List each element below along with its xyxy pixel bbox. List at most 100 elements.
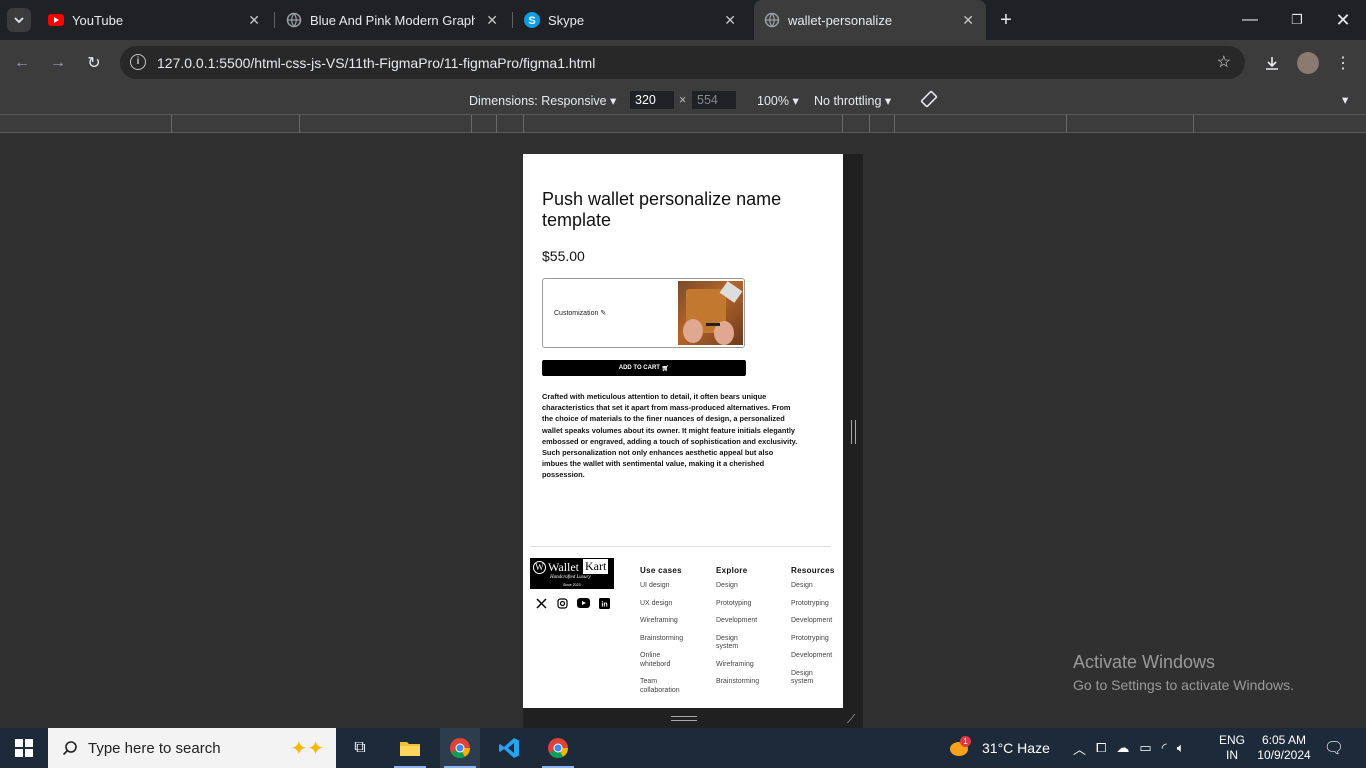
avatar[interactable] [1297, 52, 1319, 74]
footer-col-resources: Resources Design Prototryping Developmen… [791, 566, 843, 696]
pencil-icon: ✎ [600, 310, 607, 317]
media-query-ruler [0, 114, 1366, 133]
walletkart-logo[interactable]: W Wallet Kart Handcrafted Luxury Since 2… [530, 558, 614, 589]
tab-search-button[interactable] [7, 8, 31, 32]
close-icon[interactable]: ✕ [962, 12, 974, 29]
close-icon[interactable]: ✕ [486, 12, 498, 29]
vscode-icon [499, 738, 519, 758]
system-tray: ︿ ⧠ ☁ ▭ ◜ 🔈︎ [1073, 728, 1185, 768]
new-tab-button[interactable]: + [994, 8, 1018, 32]
zoom-label: 100% [757, 94, 789, 108]
close-icon[interactable]: ✕ [248, 12, 260, 29]
info-icon[interactable]: i [130, 54, 146, 70]
chevron-up-icon[interactable]: ︿ [1073, 739, 1086, 758]
resize-corner-icon[interactable]: ⟋ [847, 712, 855, 727]
chrome-icon [450, 738, 471, 759]
logo-text: Wallet [548, 560, 580, 574]
arrow-left-icon: ← [14, 54, 30, 71]
tab-wallet-personalize[interactable]: wallet-personalize ✕ [754, 0, 986, 40]
linkedin-icon[interactable]: in [597, 596, 612, 610]
footer-link[interactable]: UI design [640, 582, 700, 591]
emulated-page: Push wallet personalize name template $5… [523, 154, 843, 708]
minimize-button[interactable]: — [1238, 8, 1262, 32]
volume-icon[interactable]: 🔈︎ [1177, 740, 1185, 756]
caret-down-icon: ▾ [792, 94, 799, 108]
footer-link[interactable]: Design [791, 582, 843, 591]
footer-link[interactable]: Brainstorming [640, 635, 700, 644]
dimensions-select[interactable]: Dimensions: Responsive ▾ [469, 93, 616, 108]
onedrive-icon[interactable]: ☁ [1116, 740, 1129, 756]
menu-icon[interactable]: ⋮ [1331, 51, 1355, 75]
footer-heading: Resources [791, 566, 835, 575]
footer-link[interactable]: Wireframing [716, 661, 776, 670]
address-bar[interactable]: i 127.0.0.1:5500/html-css-js-VS/11th-Fig… [120, 46, 1245, 79]
instagram-icon[interactable] [555, 596, 570, 610]
footer-link[interactable]: Development [791, 617, 843, 626]
resize-handle-bottom[interactable]: ⟋ [523, 708, 863, 728]
wifi-icon[interactable]: ◜ [1162, 740, 1167, 756]
footer-link[interactable]: Design system [716, 635, 750, 652]
close-icon[interactable]: ✕ [724, 12, 736, 29]
footer-link[interactable]: Prototryping [791, 635, 843, 644]
footer-link[interactable]: Design [716, 582, 776, 591]
footer-link[interactable]: UX design [640, 600, 700, 609]
download-icon[interactable] [1260, 51, 1284, 75]
height-input[interactable] [692, 91, 736, 109]
x-twitter-icon[interactable] [534, 596, 549, 610]
footer-heading: Use cases [640, 566, 682, 575]
forward-button[interactable]: → [46, 51, 70, 75]
globe-icon [764, 12, 780, 28]
footer-link[interactable]: Brainstorming [716, 678, 776, 687]
weather-widget[interactable]: 1 31°C Haze [948, 728, 1050, 768]
taskbar-search[interactable]: Type here to search ✦✦ [48, 728, 336, 768]
footer-link[interactable]: Design system [791, 670, 825, 687]
footer-link[interactable]: Online whitebord [640, 652, 690, 669]
footer-col-use-cases: Use cases UI design UX design Wireframin… [640, 566, 700, 704]
chrome-taskbar-button[interactable] [440, 728, 480, 768]
add-to-cart-button[interactable]: ADD TO CART 🛒︎ [542, 360, 746, 376]
notifications-button[interactable]: 🗨︎ [1320, 728, 1348, 768]
weather-badge: 1 [960, 736, 971, 747]
lang-code: ENG [1219, 733, 1246, 747]
task-view-button[interactable]: ⧉ [340, 728, 380, 768]
reload-button[interactable]: ↻ [82, 51, 106, 75]
meet-icon[interactable]: ⧠ [1096, 740, 1106, 756]
tab-youtube[interactable]: YouTube ✕ [48, 0, 264, 40]
youtube-icon[interactable] [576, 596, 591, 610]
more-options-icon[interactable]: ▾ [1342, 92, 1348, 107]
browser-tab-strip: YouTube ✕ Blue And Pink Modern Graphic ✕… [0, 0, 1366, 40]
close-window-button[interactable]: ✕ [1331, 8, 1355, 32]
footer-link[interactable]: Prototyping [716, 600, 776, 609]
skype-icon: S [524, 12, 540, 28]
file-explorer-button[interactable] [390, 728, 430, 768]
weather-icon: 1 [948, 736, 972, 758]
close-icon: ✕ [1335, 9, 1351, 30]
vscode-taskbar-button[interactable] [489, 728, 529, 768]
start-button[interactable] [0, 728, 48, 768]
back-button[interactable]: ← [10, 51, 34, 75]
customization-label: Customization ✎ [554, 310, 607, 317]
search-icon [62, 741, 77, 756]
language-indicator[interactable]: ENG IN [1219, 728, 1245, 768]
footer-link[interactable]: Wireframing [640, 617, 700, 626]
svg-text:in: in [601, 601, 607, 608]
footer-link[interactable]: Prototryping [791, 600, 843, 609]
clock[interactable]: 6:05 AM 10/9/2024 [1255, 728, 1313, 768]
footer-link[interactable]: Team collaboration [640, 678, 690, 695]
star-icon[interactable]: ☆ [1217, 52, 1231, 72]
footer-link[interactable]: Development [791, 652, 843, 661]
width-input[interactable] [630, 91, 674, 109]
restore-button[interactable]: ❐ [1285, 8, 1309, 32]
reload-icon: ↻ [87, 55, 101, 72]
footer-link[interactable]: Development [716, 617, 776, 626]
rotate-icon[interactable] [920, 90, 938, 111]
zoom-select[interactable]: 100% ▾ [757, 93, 799, 108]
chrome-profile-taskbar-button[interactable] [538, 728, 578, 768]
resize-handle-right[interactable] [843, 154, 863, 708]
region-code: IN [1226, 748, 1238, 762]
throttling-select[interactable]: No throttling ▾ [814, 93, 891, 108]
battery-icon[interactable]: ▭ [1139, 740, 1151, 756]
tab-skype[interactable]: S Skype ✕ [524, 0, 740, 40]
tab-canva[interactable]: Blue And Pink Modern Graphic ✕ [286, 0, 502, 40]
customization-box[interactable]: Customization ✎ [542, 278, 745, 348]
